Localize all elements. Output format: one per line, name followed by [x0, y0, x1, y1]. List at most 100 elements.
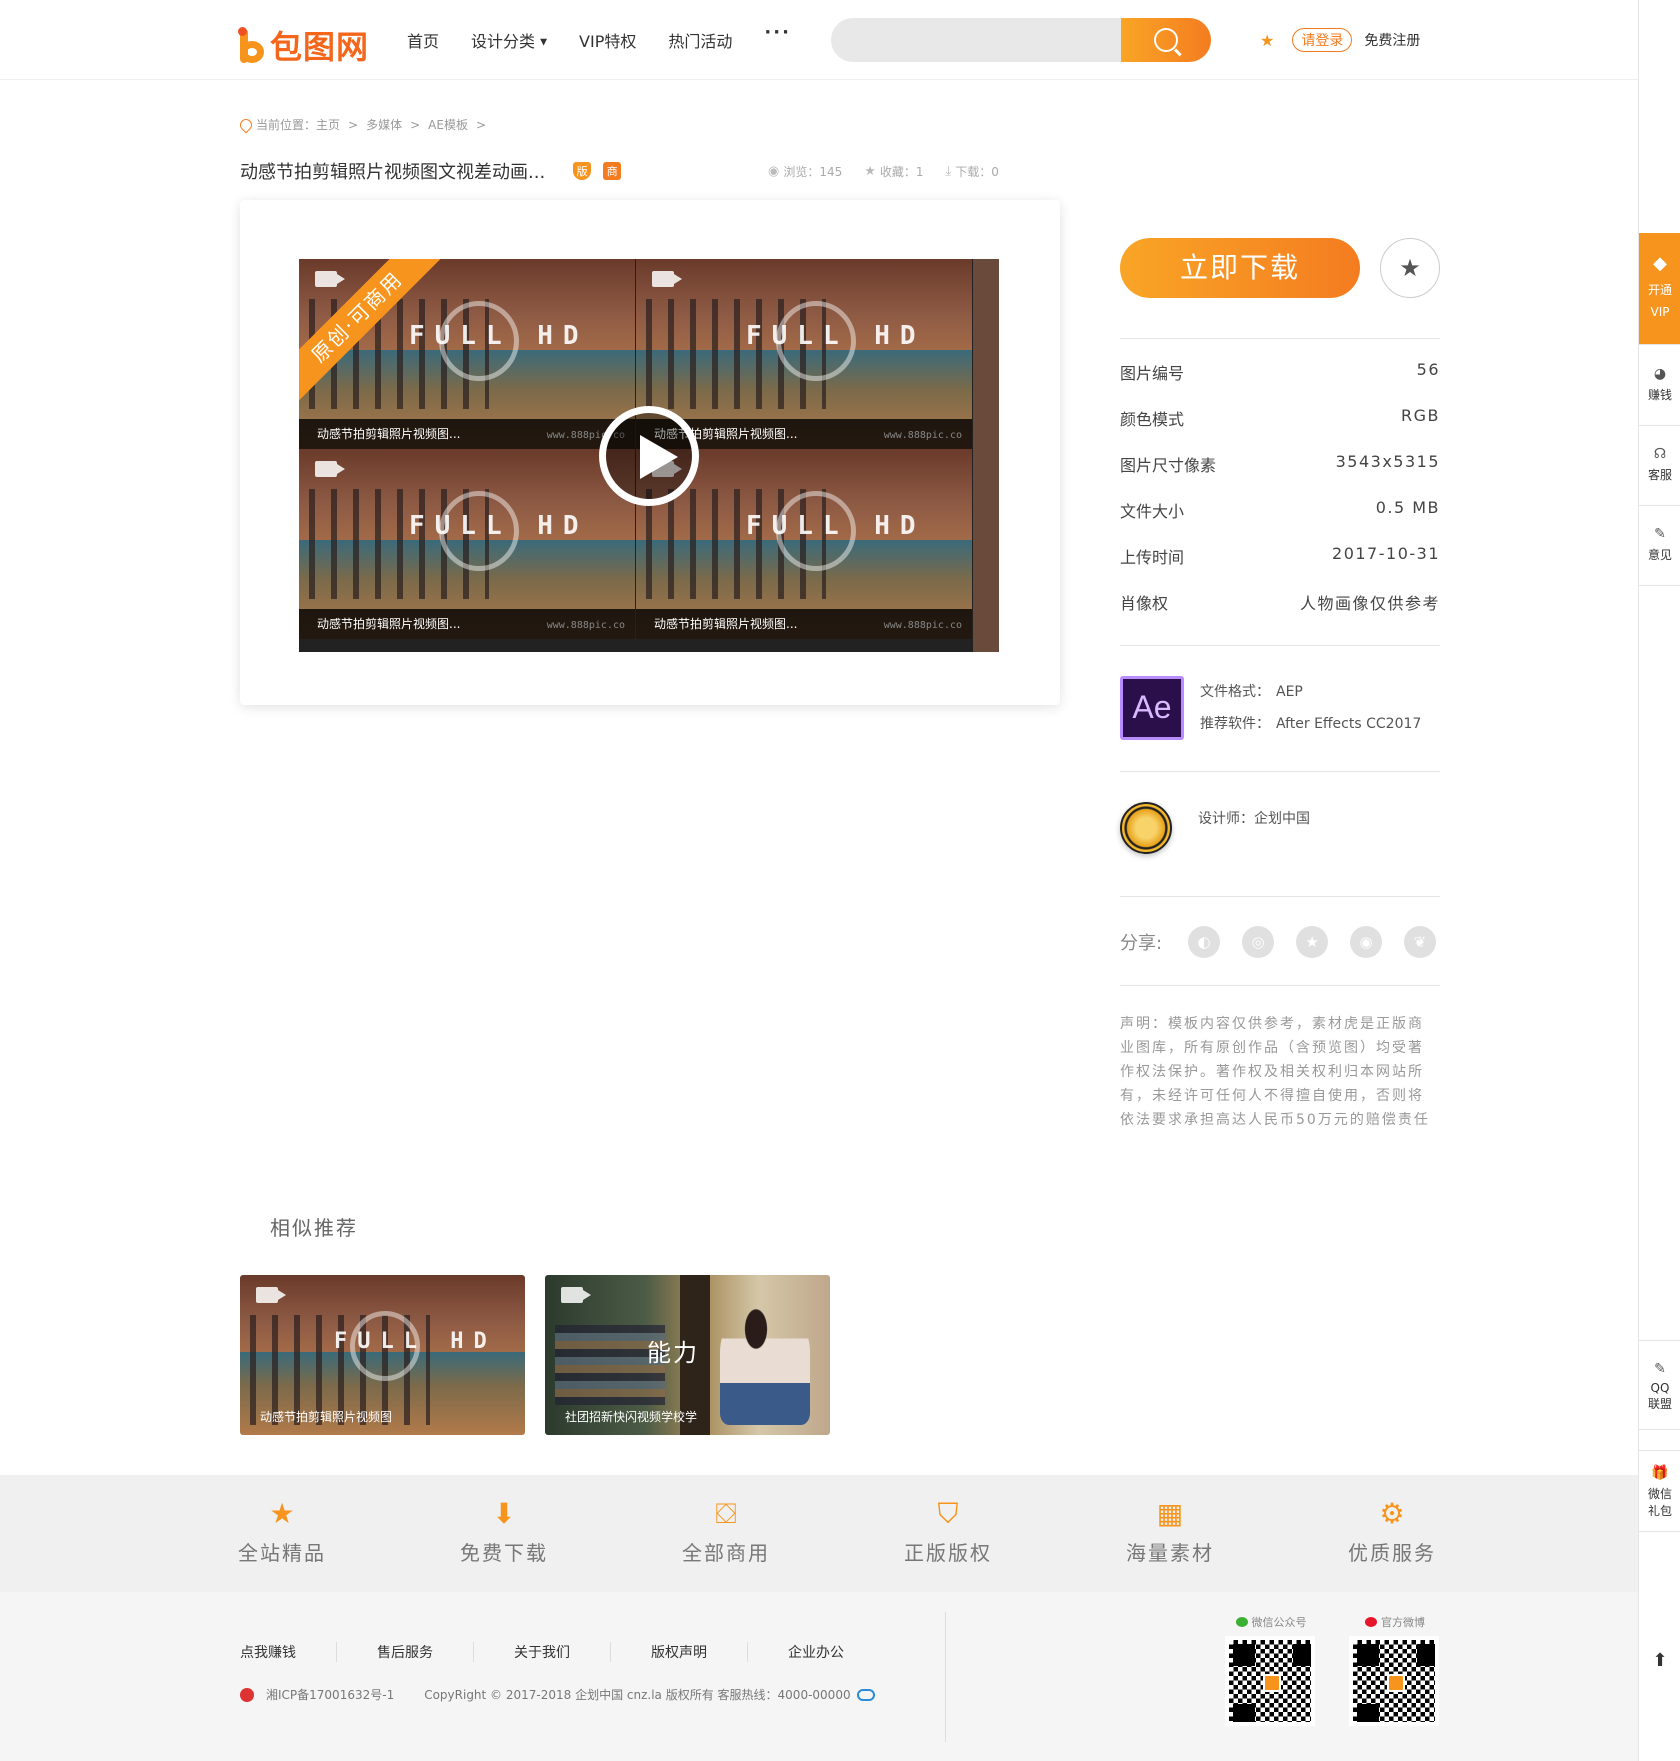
format-label: 文件格式： — [1200, 684, 1270, 700]
eye-icon: ◉ — [768, 164, 780, 179]
logo-text: 包图网 — [270, 28, 370, 66]
footer-link-about[interactable]: 关于我们 — [474, 1642, 611, 1662]
search-input[interactable] — [831, 18, 1121, 62]
weibo-icon[interactable]: ◉ — [1350, 926, 1383, 958]
nav-design-category[interactable]: 设计分类 ▼ — [471, 28, 547, 52]
divider — [1120, 771, 1440, 772]
share-label: 分享: — [1120, 933, 1163, 954]
full-hd-text: FULL HD — [746, 321, 926, 351]
grid-icon: ▦ — [1156, 1497, 1184, 1530]
breadcrumb-multimedia[interactable]: 多媒体 — [366, 116, 402, 133]
footer-link-support[interactable]: 售后服务 — [337, 1642, 474, 1662]
format-value: AEP — [1276, 684, 1303, 700]
breadcrumb-current[interactable]: 当前位置：主页 — [256, 116, 340, 133]
divider — [1120, 985, 1440, 986]
caret-down-icon: ▼ — [540, 37, 548, 48]
favorite-button[interactable]: ★ — [1380, 238, 1440, 298]
wechat-icon — [1235, 1617, 1248, 1627]
logo[interactable]: 包图网 — [238, 22, 369, 68]
full-hd-text: FULL HD — [409, 321, 589, 351]
copyright-line: 湘ICP备17001632号-1 CopyRight © 2017-2018 企… — [240, 1686, 875, 1703]
footer-link-earn[interactable]: 点我赚钱 — [240, 1642, 337, 1662]
sidebar-wechat-gift[interactable]: 🎁 微信礼包 — [1639, 1450, 1680, 1532]
footer-links: 点我赚钱 售后服务 关于我们 版权声明 企业办公 — [240, 1642, 884, 1662]
bag-icon: ⛋ — [715, 1497, 737, 1530]
wechat-icon[interactable]: ◎ — [1242, 926, 1275, 958]
sidebar-vip[interactable]: ◆ 开通VIP — [1639, 233, 1680, 345]
video-camera-icon — [652, 271, 682, 287]
arrow-up-icon: ⬆ — [1652, 1650, 1668, 1671]
nav-home[interactable]: 首页 — [407, 28, 439, 52]
sidebar-earn[interactable]: ◕ 赚钱 — [1639, 346, 1680, 426]
weibo-qr: 官方微博 — [1349, 1614, 1441, 1726]
breadcrumb-sep: > — [475, 117, 487, 132]
search-bar — [831, 18, 1211, 62]
sidebar-qq-union[interactable]: ✎ QQ联盟 — [1639, 1340, 1680, 1430]
shield-icon: ⛉ — [937, 1497, 959, 1530]
feature-item: ⛋ 全部商用 — [682, 1497, 770, 1566]
divider — [1120, 338, 1440, 339]
play-button[interactable] — [599, 406, 699, 506]
icp-number[interactable]: 湘ICP备17001632号-1 — [266, 1686, 394, 1703]
designer[interactable]: 设计师：企划中国 — [1120, 802, 1310, 854]
breadcrumb-ae[interactable]: AE模板 — [428, 116, 468, 133]
software-value: After Effects CC2017 — [1276, 716, 1422, 732]
logo-icon — [238, 27, 266, 63]
similar-item[interactable]: FULL HD 动感节拍剪辑照片视频图 — [240, 1275, 525, 1435]
preview-card: FULL HD 动感节拍剪辑照片视频图... www.888pic.co FUL… — [240, 200, 1060, 705]
nav-events[interactable]: 热门活动 — [668, 28, 732, 52]
footer-link-copyright[interactable]: 版权声明 — [611, 1642, 748, 1662]
download-icon: ⬇ — [492, 1497, 516, 1530]
favorites-stat: ★ 收藏：1 — [864, 164, 924, 179]
footer-link-enterprise[interactable]: 企业办公 — [748, 1642, 884, 1662]
similar-item[interactable]: 能力 社团招新快闪视频学校学 — [545, 1275, 830, 1435]
similar-caption: 动感节拍剪辑照片视频图 — [260, 1410, 393, 1424]
divider — [1120, 896, 1440, 897]
file-format: Ae 文件格式： AEP 推荐软件： After Effects CC2017 — [1120, 676, 1421, 740]
register-link[interactable]: 免费注册 — [1364, 30, 1420, 50]
sidebar-service[interactable]: ☊ 客服 — [1639, 426, 1680, 506]
qzone-icon[interactable]: ★ — [1296, 926, 1329, 958]
full-hd-text: FULL HD — [746, 511, 926, 541]
format-details: 文件格式： AEP 推荐软件： After Effects CC2017 — [1200, 676, 1421, 740]
star-icon: ★ — [1399, 254, 1421, 282]
full-hd-text: FULL HD — [409, 511, 589, 541]
info-row: 上传时间 2017-10-31 — [1120, 544, 1440, 567]
divider — [945, 1612, 946, 1742]
login-button[interactable]: 请登录 — [1292, 28, 1353, 52]
sidebar-feedback[interactable]: ✎ 意见 — [1639, 506, 1680, 586]
star-icon[interactable]: ★ — [1260, 31, 1274, 50]
share: 分享: ◐ ◎ ★ ◉ ❦ — [1120, 926, 1458, 958]
qq-icon[interactable]: ◐ — [1188, 926, 1221, 958]
commercial-badge: 商 — [603, 162, 622, 180]
nav-vip[interactable]: VIP特权 — [579, 28, 636, 52]
search-button[interactable] — [1121, 18, 1211, 62]
designer-name: 设计师：企划中国 — [1198, 811, 1310, 827]
qr-code — [1349, 1636, 1439, 1726]
watermark: www.888pic.co — [883, 430, 962, 441]
back-to-top-button[interactable]: ⬆ — [1639, 1650, 1680, 1690]
video-preview[interactable]: FULL HD 动感节拍剪辑照片视频图... www.888pic.co FUL… — [299, 259, 999, 652]
search-icon — [1154, 28, 1178, 52]
download-icon: ⤓ — [945, 164, 952, 179]
edit-icon: ✎ — [1654, 526, 1666, 542]
page-title: 动感节拍剪辑照片视频图文视差动画... — [240, 162, 546, 183]
feature-item: ★ 全站精品 — [238, 1497, 326, 1566]
header-user: ★ 请登录 免费注册 — [1260, 28, 1420, 52]
watermark: www.888pic.co — [546, 620, 625, 631]
douban-icon[interactable]: ❦ — [1404, 926, 1437, 958]
video-camera-icon — [561, 1287, 591, 1303]
title-row: 动感节拍剪辑照片视频图文视差动画... 版 商 — [240, 158, 622, 184]
preview-tile: FULL HD 动感节拍剪辑照片视频图... www.888pic.co — [636, 259, 972, 449]
header: 包图网 首页 设计分类 ▼ VIP特权 热门活动 ··· ★ 请登录 免费注册 — [0, 0, 1638, 80]
avatar — [1120, 802, 1172, 854]
watermark: www.888pic.co — [883, 620, 962, 631]
overlay-text: 能力 — [647, 1339, 699, 1367]
coin-icon: ◕ — [1653, 366, 1667, 382]
feature-item: ⛉ 正版版权 — [904, 1497, 992, 1566]
copyright-text: CopyRight © 2017-2018 企划中国 cnz.la 版权所有 客… — [424, 1688, 851, 1702]
gift-icon: 🎁 — [1651, 1465, 1669, 1481]
stats: ◉ 浏览：145 ★ 收藏：1 ⤓ 下载：0 — [768, 163, 1021, 180]
download-button[interactable]: 立即下载 — [1120, 238, 1360, 298]
nav-more[interactable]: ··· — [764, 22, 791, 46]
